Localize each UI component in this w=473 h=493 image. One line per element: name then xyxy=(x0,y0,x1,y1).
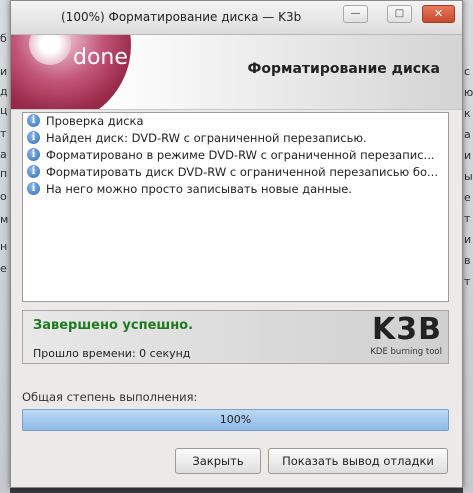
bg-right-text: ы xyxy=(464,170,473,183)
progress-percent: 100% xyxy=(219,413,252,426)
bg-left-text: б xyxy=(0,32,7,45)
minimize-icon: — xyxy=(350,8,361,19)
close-button-label: Закрыть xyxy=(192,454,244,468)
info-icon xyxy=(27,165,40,178)
log-message: Форматировать диск DVD-RW с ограниченной… xyxy=(46,165,438,179)
k3b-logo: K3B KDE burning tool xyxy=(360,313,442,359)
log-message: На него можно просто записывать новые да… xyxy=(46,182,353,196)
log-message: Найден диск: DVD-RW с ограниченной перез… xyxy=(46,131,367,145)
bg-left-text: ц xyxy=(0,104,8,117)
close-window-button[interactable]: ✕ xyxy=(422,5,455,23)
bg-right-text: т xyxy=(464,212,471,225)
debug-button-label: Показать вывод отладки xyxy=(282,454,434,468)
list-item: На него можно просто записывать новые да… xyxy=(23,181,448,198)
list-item: Проверка диска xyxy=(23,113,448,130)
maximize-icon: □ xyxy=(394,8,405,19)
k3b-tagline: KDE burning tool xyxy=(370,347,442,357)
bg-left-text: м xyxy=(0,213,9,226)
dialog-header: done Форматирование диска xyxy=(11,35,462,110)
title-bar[interactable]: (100%) Форматирование диска — K3b — □ ✕ xyxy=(11,1,462,35)
done-badge: done xyxy=(73,45,128,70)
info-icon xyxy=(27,131,40,144)
list-item: Форматировано в режиме DVD-RW с ограниче… xyxy=(23,147,448,164)
success-message: Завершено успешно. xyxy=(33,318,194,333)
info-icon xyxy=(27,148,40,161)
dialog-heading: Форматирование диска xyxy=(247,61,441,77)
background-window-left: б и д ц т а п о м н е xyxy=(0,0,10,493)
bg-left-text: т xyxy=(0,127,7,140)
close-icon: ✕ xyxy=(433,7,444,20)
info-icon xyxy=(27,182,40,195)
bg-right-text: и xyxy=(464,149,472,162)
bg-right-text: с xyxy=(464,65,471,78)
overall-progress-label: Общая степень выполнения: xyxy=(22,390,198,404)
show-debug-output-button[interactable]: Показать вывод отладки xyxy=(268,448,448,474)
bg-right-text: к xyxy=(464,107,471,120)
bg-right-text: ю xyxy=(464,86,473,99)
bg-left-text: е xyxy=(0,262,7,275)
bg-left-text: д xyxy=(0,85,8,98)
status-panel: Завершено успешно. Прошло времени: 0 сек… xyxy=(22,310,449,364)
bg-right-text: в xyxy=(464,254,471,267)
k3b-logo-text: K3B xyxy=(372,312,442,347)
bg-right-text: и xyxy=(464,233,472,246)
elapsed-time: Прошло времени: 0 секунд xyxy=(33,347,191,360)
bg-left-text: п xyxy=(0,167,8,180)
log-message: Проверка диска xyxy=(46,114,144,128)
list-item: Найден диск: DVD-RW с ограниченной перез… xyxy=(23,130,448,147)
bg-left-text: н xyxy=(0,240,8,253)
log-message: Форматировано в режиме DVD-RW с ограниче… xyxy=(46,148,435,162)
background-window-right: с ю к а и ы е т и в т xyxy=(463,0,473,493)
list-item: Форматировать диск DVD-RW с ограниченной… xyxy=(23,164,448,181)
bg-right-text: е xyxy=(464,191,471,204)
info-icon xyxy=(27,114,40,127)
info-log-list[interactable]: Проверка диска Найден диск: DVD-RW с огр… xyxy=(22,112,449,302)
bg-left-text: о xyxy=(0,190,7,203)
bg-left-text: а xyxy=(0,148,7,161)
minimize-button[interactable]: — xyxy=(343,5,368,23)
bg-right-text: т xyxy=(464,275,471,288)
maximize-button[interactable]: □ xyxy=(387,5,412,23)
format-disc-dialog: (100%) Форматирование диска — K3b — □ ✕ … xyxy=(10,0,463,488)
bg-left-text: и xyxy=(0,65,8,78)
overall-progress-bar: 100% xyxy=(22,409,449,431)
bg-right-text: а xyxy=(464,128,471,141)
window-title: (100%) Форматирование диска — K3b xyxy=(61,10,302,24)
close-button[interactable]: Закрыть xyxy=(175,448,261,474)
